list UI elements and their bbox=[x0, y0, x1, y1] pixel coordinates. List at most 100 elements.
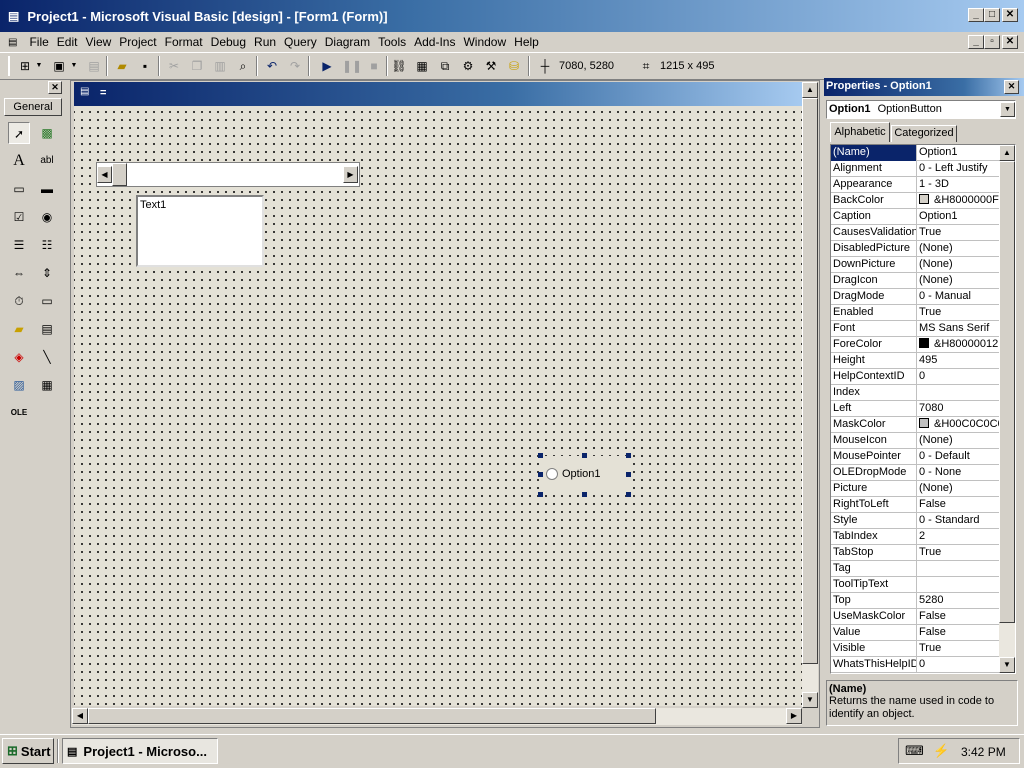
copy-icon[interactable]: ❐ bbox=[188, 57, 206, 75]
property-value[interactable]: (None) bbox=[917, 273, 999, 289]
image-icon[interactable]: ▨ bbox=[8, 374, 30, 396]
property-row[interactable]: DisabledPicture (None) bbox=[831, 241, 999, 257]
hscrollbar-icon[interactable]: ⇔ bbox=[8, 262, 30, 284]
clock[interactable]: 3:42 PM bbox=[961, 745, 1006, 759]
undo-icon[interactable]: ↶ bbox=[263, 57, 281, 75]
property-row[interactable]: DragMode 0 - Manual bbox=[831, 289, 999, 305]
add-form-icon[interactable]: ▣ bbox=[50, 57, 68, 75]
property-value[interactable]: 1 - 3D bbox=[917, 177, 999, 193]
chevron-down-icon[interactable]: ▼ bbox=[1000, 102, 1015, 117]
property-value[interactable]: True bbox=[917, 641, 999, 657]
combobox-icon[interactable]: ☰ bbox=[8, 234, 30, 256]
property-value[interactable] bbox=[917, 577, 999, 593]
object-selector-combo[interactable]: Option1 OptionButton ▼ bbox=[826, 100, 1016, 119]
start-icon[interactable]: ▶ bbox=[318, 57, 336, 75]
toolbox-general-tab[interactable]: General bbox=[4, 98, 62, 116]
vscrollbar-icon[interactable]: ⇕ bbox=[36, 262, 58, 284]
property-value[interactable]: MS Sans Serif bbox=[917, 321, 999, 337]
menu-project[interactable]: Project bbox=[115, 35, 160, 49]
property-value[interactable] bbox=[917, 561, 999, 577]
property-value[interactable]: 0 - Manual bbox=[917, 289, 999, 305]
property-value[interactable]: Option1 bbox=[917, 145, 999, 161]
selection-handle[interactable] bbox=[538, 472, 543, 477]
selection-handle[interactable] bbox=[626, 453, 631, 458]
property-value[interactable]: &H8000000F bbox=[917, 193, 999, 209]
property-row[interactable]: Picture (None) bbox=[831, 481, 999, 497]
checkbox-icon[interactable]: ☑ bbox=[8, 206, 30, 228]
menu-editor-icon[interactable]: ▤ bbox=[85, 57, 103, 75]
property-value[interactable]: 0 - Standard bbox=[917, 513, 999, 529]
selection-handle[interactable] bbox=[626, 472, 631, 477]
drivelistbox-icon[interactable]: ▭ bbox=[36, 290, 58, 312]
keyboard-icon[interactable]: ⌨ bbox=[905, 743, 924, 759]
property-row[interactable]: MouseIcon (None) bbox=[831, 433, 999, 449]
property-value[interactable]: &H00C0C0C0 bbox=[917, 417, 999, 433]
data-control-icon[interactable]: ▦ bbox=[36, 374, 58, 396]
property-row[interactable]: Index bbox=[831, 385, 999, 401]
selection-handle[interactable] bbox=[538, 492, 543, 497]
properties-close-button[interactable]: ✕ bbox=[1004, 80, 1019, 94]
tab-alphabetic[interactable]: Alphabetic bbox=[830, 122, 890, 142]
scroll-right-icon[interactable]: ▶ bbox=[786, 708, 802, 724]
dirlistbox-icon[interactable]: ▰ bbox=[8, 318, 30, 340]
break-icon[interactable]: ❚❚ bbox=[342, 57, 362, 75]
property-row[interactable]: Style 0 - Standard bbox=[831, 513, 999, 529]
scroll-left-icon[interactable]: ◀ bbox=[72, 708, 88, 724]
property-value[interactable]: (None) bbox=[917, 241, 999, 257]
property-row[interactable]: DragIcon (None) bbox=[831, 273, 999, 289]
textbox-icon[interactable]: abl bbox=[36, 150, 58, 172]
form-title-bar[interactable]: ▤ = bbox=[74, 82, 802, 106]
properties-window-icon[interactable]: ▦ bbox=[413, 57, 431, 75]
hscrollbar-control[interactable]: ◀ ▶ bbox=[96, 162, 360, 187]
app-icon[interactable]: ▤ bbox=[8, 9, 19, 23]
redo-icon[interactable]: ↷ bbox=[286, 57, 304, 75]
scroll-left-icon[interactable]: ◀ bbox=[97, 166, 112, 183]
property-row[interactable]: CausesValidation True bbox=[831, 225, 999, 241]
scroll-up-icon[interactable]: ▲ bbox=[802, 82, 818, 98]
property-row[interactable]: RightToLeft False bbox=[831, 497, 999, 513]
mdi-minimize-button[interactable]: _ bbox=[968, 35, 984, 49]
property-row[interactable]: Tag bbox=[831, 561, 999, 577]
menu-run[interactable]: Run bbox=[250, 35, 280, 49]
property-value[interactable]: False bbox=[917, 609, 999, 625]
property-value[interactable]: True bbox=[917, 225, 999, 241]
menu-add-ins[interactable]: Add-Ins bbox=[410, 35, 459, 49]
property-row[interactable]: Enabled True bbox=[831, 305, 999, 321]
network-icon[interactable]: ⚡ bbox=[933, 743, 949, 759]
ole-icon[interactable]: OLE bbox=[8, 402, 30, 424]
commandbutton-icon[interactable]: ▬ bbox=[36, 178, 58, 200]
cut-icon[interactable]: ✂ bbox=[165, 57, 183, 75]
property-row[interactable]: UseMaskColor False bbox=[831, 609, 999, 625]
scroll-thumb[interactable] bbox=[112, 163, 127, 186]
designer-hscrollbar[interactable]: ◀ ▶ bbox=[72, 708, 802, 725]
data-view-icon[interactable]: ⛁ bbox=[505, 57, 523, 75]
taskbar-button-project1[interactable]: ▤ Project1 - Microso... bbox=[62, 738, 218, 764]
label-icon[interactable]: A bbox=[8, 150, 30, 172]
property-value[interactable]: Option1 bbox=[917, 209, 999, 225]
scroll-right-icon[interactable]: ▶ bbox=[343, 166, 358, 183]
textbox-control[interactable]: Text1 bbox=[136, 195, 264, 267]
paste-icon[interactable]: ▥ bbox=[211, 57, 229, 75]
property-row[interactable]: Appearance 1 - 3D bbox=[831, 177, 999, 193]
find-icon[interactable]: ⌕ bbox=[234, 57, 252, 75]
menu-help[interactable]: Help bbox=[510, 35, 543, 49]
property-grid-thumb[interactable] bbox=[999, 161, 1015, 623]
start-button[interactable]: ⊞ Start bbox=[2, 738, 54, 764]
menu-query[interactable]: Query bbox=[280, 35, 321, 49]
property-value[interactable]: (None) bbox=[917, 433, 999, 449]
optionbutton-icon[interactable]: ◉ bbox=[36, 206, 58, 228]
selection-handle[interactable] bbox=[582, 453, 587, 458]
save-project-icon[interactable]: ▪ bbox=[136, 57, 154, 75]
property-value[interactable]: (None) bbox=[917, 257, 999, 273]
property-value[interactable]: 0 bbox=[917, 657, 999, 673]
selection-handle[interactable] bbox=[582, 492, 587, 497]
property-value[interactable]: True bbox=[917, 545, 999, 561]
scroll-down-icon[interactable]: ▼ bbox=[999, 657, 1015, 673]
toolbox-icon[interactable]: ⚒ bbox=[482, 57, 500, 75]
menu-window[interactable]: Window bbox=[459, 35, 510, 49]
timer-icon[interactable]: ⏱ bbox=[8, 290, 30, 312]
property-value[interactable]: 0 - Default bbox=[917, 449, 999, 465]
menu-diagram[interactable]: Diagram bbox=[321, 35, 374, 49]
form-layout-icon[interactable]: ⧉ bbox=[436, 57, 454, 75]
property-row[interactable]: ToolTipText bbox=[831, 577, 999, 593]
